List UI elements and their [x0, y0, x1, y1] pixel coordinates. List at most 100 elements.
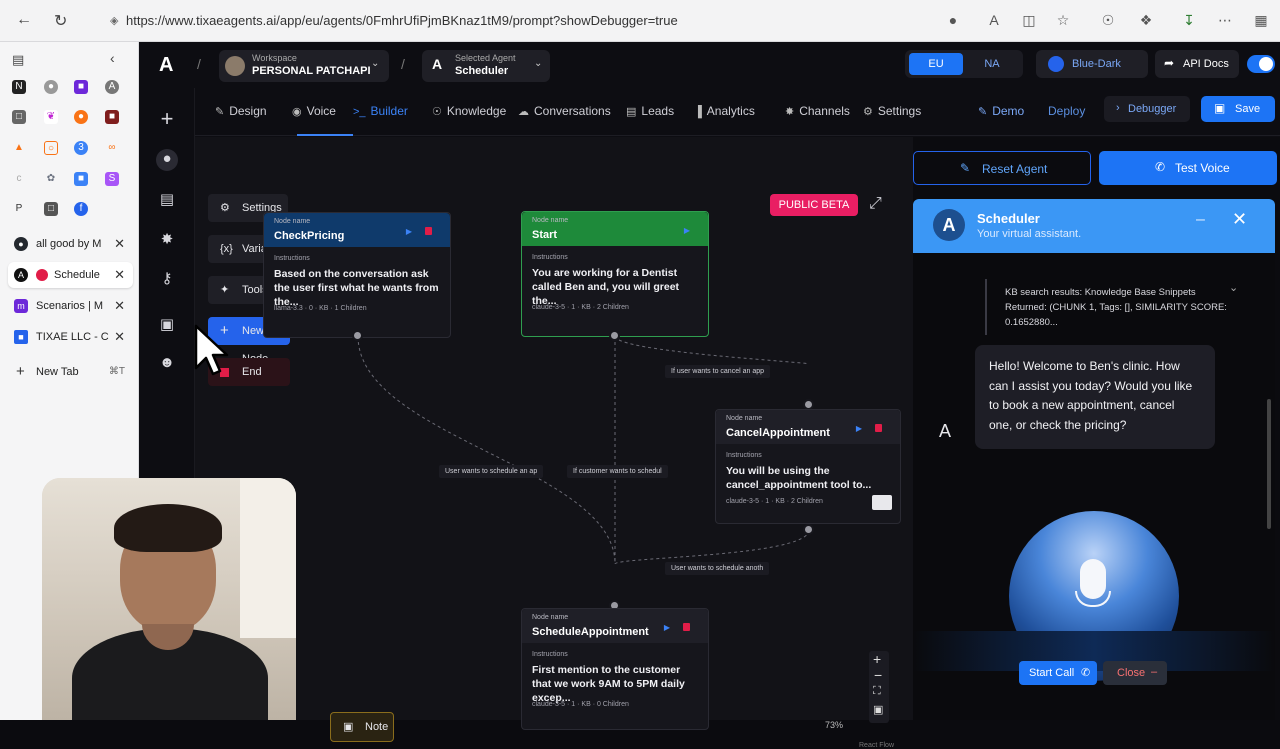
shield-icon[interactable]: ☉ [1099, 12, 1117, 29]
fullscreen-icon[interactable]: ⤢ [869, 195, 882, 213]
pinned-site-icon[interactable]: A [105, 80, 119, 94]
close-tab-icon[interactable]: ✕ [114, 262, 125, 288]
pinned-site-icon[interactable]: □ [12, 110, 26, 124]
api-docs-button[interactable]: ➦ API Docs [1155, 50, 1239, 78]
zoom-in-icon[interactable]: + [873, 651, 881, 667]
node-cancel-appointment[interactable]: Node name CancelAppointment ▶ Instructio… [715, 409, 901, 524]
workspace-selector[interactable]: Workspace PERSONAL PATCHAPI ⌄ [219, 50, 389, 82]
favorite-icon[interactable]: ☆ [1054, 12, 1072, 29]
split-screen-icon[interactable]: ◫ [1020, 12, 1038, 29]
demo-link[interactable]: ✎ Demo [978, 104, 1024, 118]
delete-icon[interactable] [875, 424, 882, 432]
save-button[interactable]: ▣ Save [1201, 96, 1275, 122]
node-start[interactable]: Node name Start ▶ Instructions You are w… [521, 211, 709, 337]
pinned-site-icon[interactable]: ■ [74, 80, 88, 94]
tab-builder[interactable]: >_ Builder [353, 104, 408, 118]
play-icon[interactable]: ▶ [406, 227, 412, 236]
region-na-button[interactable]: NA [965, 53, 1019, 75]
tab-design[interactable]: ✎ Design [215, 104, 267, 118]
region-eu-button[interactable]: EU [909, 53, 963, 75]
sidebar-icon[interactable]: ▦ [1252, 12, 1270, 29]
collapse-icon[interactable]: ‹ [110, 50, 115, 66]
pinned-site-icon[interactable]: ∞ [105, 141, 119, 155]
edge-label[interactable]: If user wants to cancel an app [665, 365, 770, 378]
plus-icon[interactable]: + [157, 108, 177, 130]
node-handle[interactable] [609, 330, 620, 341]
more-icon[interactable]: ⋯ [1216, 12, 1234, 29]
reload-icon[interactable]: ↻ [54, 11, 67, 31]
zoom-out-icon[interactable]: − [874, 667, 882, 683]
dark-mode-toggle[interactable] [1247, 55, 1275, 73]
pinned-site-icon[interactable]: c [12, 172, 26, 186]
minimize-icon[interactable]: – [1196, 211, 1205, 229]
start-call-button[interactable]: Start Call ✆ [1019, 661, 1097, 685]
address-bar[interactable]: ◈ https://www.tixaeagents.ai/app/eu/agen… [110, 9, 950, 33]
node-checkpricing[interactable]: Node name CheckPricing ▶ Instructions Ba… [263, 212, 451, 338]
close-tab-icon[interactable]: ✕ [114, 324, 125, 350]
node-schedule-appointment[interactable]: Node name ScheduleAppointment ▶ Instruct… [521, 608, 709, 730]
fit-view-icon[interactable]: ⛶ [873, 685, 881, 698]
bug-icon[interactable]: ✸ [157, 230, 177, 250]
tools-button[interactable]: ✦ Tools [208, 276, 270, 304]
users-icon[interactable]: ☻ [157, 353, 177, 373]
tab-conversations[interactable]: ☁ Conversations [518, 104, 611, 118]
play-icon[interactable]: ▶ [856, 424, 862, 433]
edge-label[interactable]: User wants to schedule anoth [665, 562, 770, 575]
note-button[interactable]: ▣ Note [330, 712, 394, 742]
pinned-site-icon[interactable]: ● [74, 110, 88, 124]
read-aloud-icon[interactable]: A [985, 12, 1003, 28]
browser-tab[interactable]: m Scenarios | M ✕ [8, 293, 133, 319]
comment-icon[interactable] [872, 495, 892, 510]
tab-channels[interactable]: ✸ Channels [785, 104, 850, 118]
pinned-site-icon[interactable]: ■ [105, 110, 119, 124]
close-icon[interactable]: ✕ [1232, 209, 1247, 230]
pinned-site-icon[interactable]: S [105, 172, 119, 186]
browser-tab[interactable]: ● all good by M ✕ [8, 231, 133, 257]
pinned-site-icon[interactable]: N [12, 80, 26, 94]
pinned-site-icon[interactable]: □ [44, 202, 58, 216]
play-icon[interactable]: ▶ [684, 226, 690, 235]
sidebar-toggle-icon[interactable]: ▤ [12, 52, 24, 68]
browser-tab[interactable]: ■ TIXAE LLC - C ✕ [8, 324, 133, 350]
theme-selector[interactable]: Blue-Dark [1036, 50, 1148, 78]
node-handle[interactable] [352, 330, 363, 341]
edge-label[interactable]: User wants to schedule an ap [439, 465, 544, 478]
back-icon[interactable]: ← [16, 11, 32, 29]
flow-canvas[interactable]: ⚙Settings {x}Variables ✦Tools +New Node … [195, 137, 913, 749]
mic-icon[interactable]: ● [944, 12, 962, 28]
extensions-icon[interactable]: ❖ [1137, 12, 1155, 29]
download-icon[interactable]: ↧ [1180, 12, 1198, 29]
debugger-button[interactable]: › Debugger [1104, 96, 1190, 122]
test-voice-button[interactable]: ✆ Test Voice [1099, 151, 1277, 185]
tab-analytics[interactable]: ▐ Analytics [694, 104, 755, 118]
browser-tab[interactable]: A Schedule ✕ [8, 262, 133, 288]
kb-result-block[interactable]: KB search results: Knowledge Base Snippe… [985, 279, 1263, 335]
app-logo[interactable]: A [159, 54, 173, 77]
close-call-button[interactable]: Close – [1103, 661, 1167, 685]
key-icon[interactable]: ⚷ [157, 269, 177, 289]
new-tab-button[interactable]: + New Tab ⌘T [8, 359, 133, 385]
pinned-site-icon[interactable]: ❦ [44, 110, 58, 124]
agent-selector[interactable]: A Selected Agent Scheduler ⌄ [422, 50, 550, 82]
agent-icon[interactable]: ● [156, 149, 178, 171]
reset-agent-button[interactable]: ✎ Reset Agent [913, 151, 1091, 185]
close-tab-icon[interactable]: ✕ [114, 231, 125, 257]
tab-voice[interactable]: ◉ Voice [292, 104, 336, 118]
pinned-site-icon[interactable]: ✿ [44, 172, 58, 186]
delete-icon[interactable] [683, 623, 690, 631]
edge-label[interactable]: If customer wants to schedul [567, 465, 668, 478]
pinned-site-icon[interactable]: ○ [44, 141, 58, 155]
lock-icon[interactable]: ▣ [873, 703, 883, 716]
node-handle[interactable] [803, 524, 814, 535]
tab-knowledge[interactable]: ☉ Knowledge [432, 104, 506, 118]
delete-icon[interactable] [425, 227, 432, 235]
deploy-button[interactable]: Deploy [1048, 104, 1085, 118]
document-icon[interactable]: ▣ [157, 315, 177, 335]
react-flow-attribution[interactable]: React Flow [859, 742, 894, 749]
pinned-site-icon[interactable]: ■ [74, 172, 88, 186]
play-icon[interactable]: ▶ [664, 623, 670, 632]
pinned-site-icon[interactable]: 3 [74, 141, 88, 155]
tab-settings[interactable]: ⚙ Settings [863, 104, 921, 118]
tab-leads[interactable]: ▤ Leads [626, 104, 674, 118]
chevron-down-icon[interactable]: ⌄ [1229, 281, 1238, 294]
